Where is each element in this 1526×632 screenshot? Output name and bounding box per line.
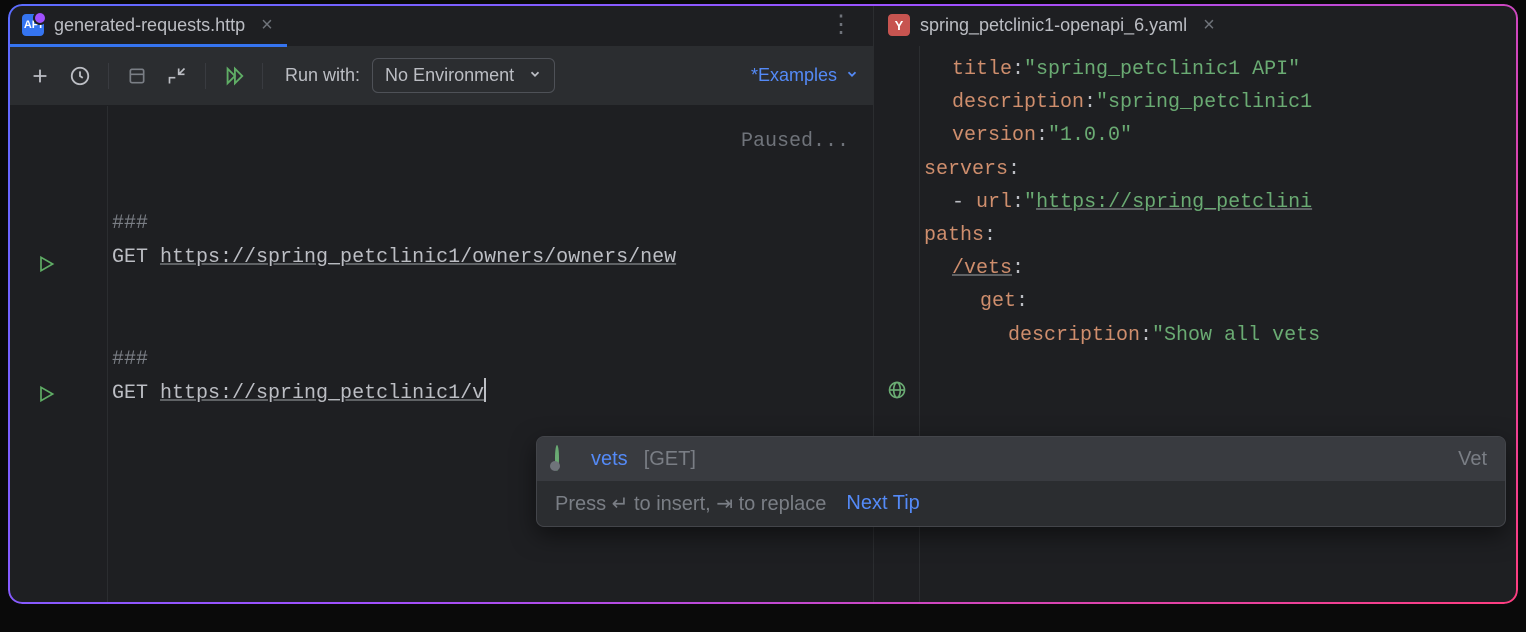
http-editor[interactable]: Paused... ### GET https://spring_petclin… [8,106,873,604]
yaml-key: servers [924,154,1008,185]
yaml-url-value: https://spring_petclini [1036,187,1312,218]
chevron-down-icon [845,65,859,86]
autocomplete-popup: vets [GET] Vet Press ↵ to insert, ⇥ to r… [536,436,1506,527]
tab-label: spring_petclinic1-openapi_6.yaml [920,15,1187,36]
autocomplete-item[interactable]: vets [GET] Vet [537,437,1505,481]
yaml-key: version [952,120,1036,151]
yaml-file-icon: Y [888,14,910,36]
http-method: GET [112,242,148,274]
history-button[interactable] [62,58,98,94]
add-request-button[interactable] [22,58,58,94]
completion-type: [GET] [644,448,696,471]
tab-label: generated-requests.http [54,15,245,36]
yaml-dash: - [952,187,976,218]
close-icon[interactable]: × [1203,14,1215,37]
environment-select[interactable]: No Environment [372,58,555,93]
autocomplete-footer: Press ↵ to insert, ⇥ to replace Next Tip [537,481,1505,526]
run-request-gutter-icon[interactable] [8,248,108,280]
environment-value: No Environment [385,65,514,86]
gutter-left [8,106,108,604]
http-method: GET [112,378,148,410]
yaml-value: "1.0.0" [1048,120,1132,151]
request-url: https://spring_petclinic1/owners/owners/… [160,242,676,274]
run-all-button[interactable] [216,58,252,94]
toolbar-separator [205,63,206,89]
completion-instructions: Press ↵ to insert, ⇥ to replace [555,491,826,516]
text-cursor [484,378,486,402]
run-request-gutter-icon[interactable] [8,378,108,410]
tab-openapi-yaml[interactable]: Y spring_petclinic1-openapi_6.yaml × [874,4,1229,46]
endpoint-gutter-icon[interactable] [874,374,919,406]
yaml-key: description [1008,320,1140,351]
yaml-value: "Show all vets [1152,320,1320,351]
request-separator: ### [112,344,148,376]
yaml-value: "spring_petclinic1 [1096,87,1312,118]
yaml-key: paths [924,220,984,251]
chevron-down-icon [528,65,542,86]
yaml-key: description [952,87,1084,118]
completion-hint: Vet [1458,448,1487,471]
yaml-key: title [952,54,1012,85]
run-with-label: Run with: [285,65,360,86]
tab-actions-menu[interactable]: ⋮ [809,10,873,40]
completion-name: vets [591,448,628,471]
close-icon[interactable]: × [261,14,273,37]
yaml-key: url [976,187,1012,218]
paused-status: Paused... [741,126,849,158]
tab-generated-requests[interactable]: API generated-requests.http × [8,4,287,46]
structure-button[interactable] [119,58,155,94]
http-toolbar: Run with: No Environment *Examples [8,46,873,106]
toolbar-separator [108,63,109,89]
request-separator: ### [112,208,148,240]
request-url: https://spring_petclinic1/v [160,378,484,410]
toolbar-separator [262,63,263,89]
endpoint-icon [555,447,579,471]
yaml-value: "spring_petclinic1 API" [1024,54,1300,85]
import-button[interactable] [159,58,195,94]
examples-label: *Examples [751,65,837,86]
yaml-key: get [980,286,1016,317]
next-tip-link[interactable]: Next Tip [846,492,919,515]
tab-bar-left: API generated-requests.http × ⋮ [8,4,873,46]
api-file-icon: API [22,14,44,36]
yaml-path-key: /vets [952,253,1012,284]
tab-bar-right: Y spring_petclinic1-openapi_6.yaml × [874,4,1518,46]
examples-link[interactable]: *Examples [751,65,859,86]
